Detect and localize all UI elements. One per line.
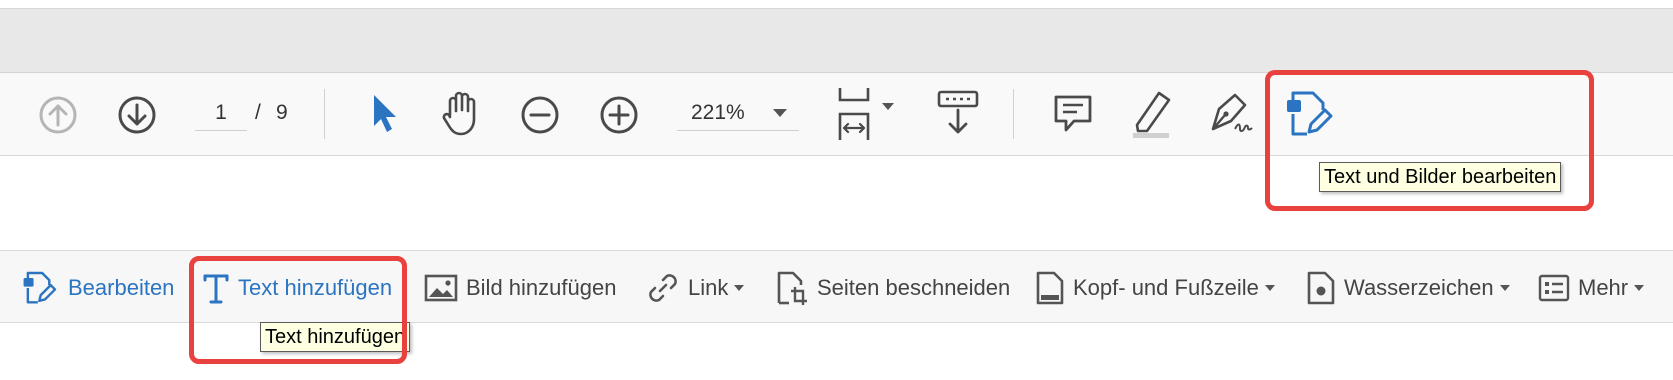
edit-pdf-icon	[23, 271, 57, 303]
more-label: Mehr	[1578, 274, 1629, 300]
scroll-down-icon	[937, 90, 979, 134]
add-image-label: Bild hinzufügen	[466, 274, 617, 300]
add-image-button[interactable]: Bild hinzufügen	[424, 251, 616, 324]
header-footer-label: Kopf- und Fußzeile	[1073, 274, 1259, 300]
page-number-input[interactable]: 1	[195, 95, 247, 131]
page-fit-width-icon	[838, 88, 894, 140]
link-label: Link	[688, 274, 729, 300]
crop-pages-button[interactable]: Seiten beschneiden	[775, 251, 1010, 324]
select-tool-button[interactable]	[364, 89, 404, 139]
highlighter-icon	[1133, 91, 1171, 138]
edit-label: Bearbeiten	[68, 274, 175, 300]
chevron-down-icon	[734, 284, 745, 291]
watermark-label: Wasserzeichen	[1344, 274, 1494, 300]
previous-page-button[interactable]	[36, 93, 80, 137]
more-button[interactable]: Mehr	[1538, 251, 1645, 324]
crop-page-icon	[777, 271, 807, 305]
fountain-pen-sign-icon	[1211, 93, 1253, 133]
header-footer-button[interactable]: Kopf- und Fußzeile	[1035, 251, 1275, 324]
chevron-down-icon	[773, 109, 787, 117]
arrow-up-circle-icon	[39, 96, 77, 134]
list-icon	[1538, 274, 1570, 301]
page-separator: /	[255, 101, 261, 124]
hand-icon	[442, 91, 476, 136]
zoom-out-button[interactable]	[518, 93, 562, 137]
zoom-in-button[interactable]	[597, 93, 641, 137]
zoom-select[interactable]: 221%	[677, 95, 799, 131]
scroll-mode-button[interactable]	[934, 87, 982, 139]
image-icon	[424, 274, 458, 301]
comment-icon	[1054, 95, 1092, 132]
edit-button[interactable]: Bearbeiten	[20, 251, 174, 324]
highlight-box-add-text	[189, 256, 407, 364]
plus-circle-icon	[600, 96, 638, 134]
comment-button[interactable]	[1050, 89, 1096, 139]
watermark-button[interactable]: Wasserzeichen	[1306, 251, 1510, 324]
chevron-down-icon	[1499, 284, 1510, 291]
toolbar-divider	[1013, 89, 1014, 139]
arrow-down-circle-icon	[118, 96, 156, 134]
header-footer-icon	[1036, 271, 1064, 304]
toolbar-divider	[324, 89, 325, 139]
page-fit-button[interactable]	[834, 83, 896, 143]
zoom-value: 221%	[691, 101, 745, 124]
chevron-down-icon	[1634, 284, 1645, 291]
hand-tool-button[interactable]	[438, 87, 484, 139]
minus-circle-icon	[521, 96, 559, 134]
link-button[interactable]: Link	[646, 251, 745, 324]
cursor-arrow-icon	[374, 95, 396, 132]
app-window: 1 / 9 221% Text und Bilder bearbeiten Be…	[0, 0, 1673, 380]
chevron-down-icon	[1264, 284, 1275, 291]
next-page-button[interactable]	[115, 93, 159, 137]
highlight-button[interactable]	[1126, 85, 1176, 141]
crop-pages-label: Seiten beschneiden	[817, 274, 1011, 300]
tab-bar	[0, 9, 1673, 73]
watermark-icon	[1307, 271, 1335, 304]
link-icon	[649, 273, 677, 302]
sign-button[interactable]	[1204, 85, 1256, 141]
page-total: 9	[276, 101, 288, 124]
highlight-box-edit-button	[1265, 70, 1594, 211]
title-strip	[0, 0, 1673, 9]
